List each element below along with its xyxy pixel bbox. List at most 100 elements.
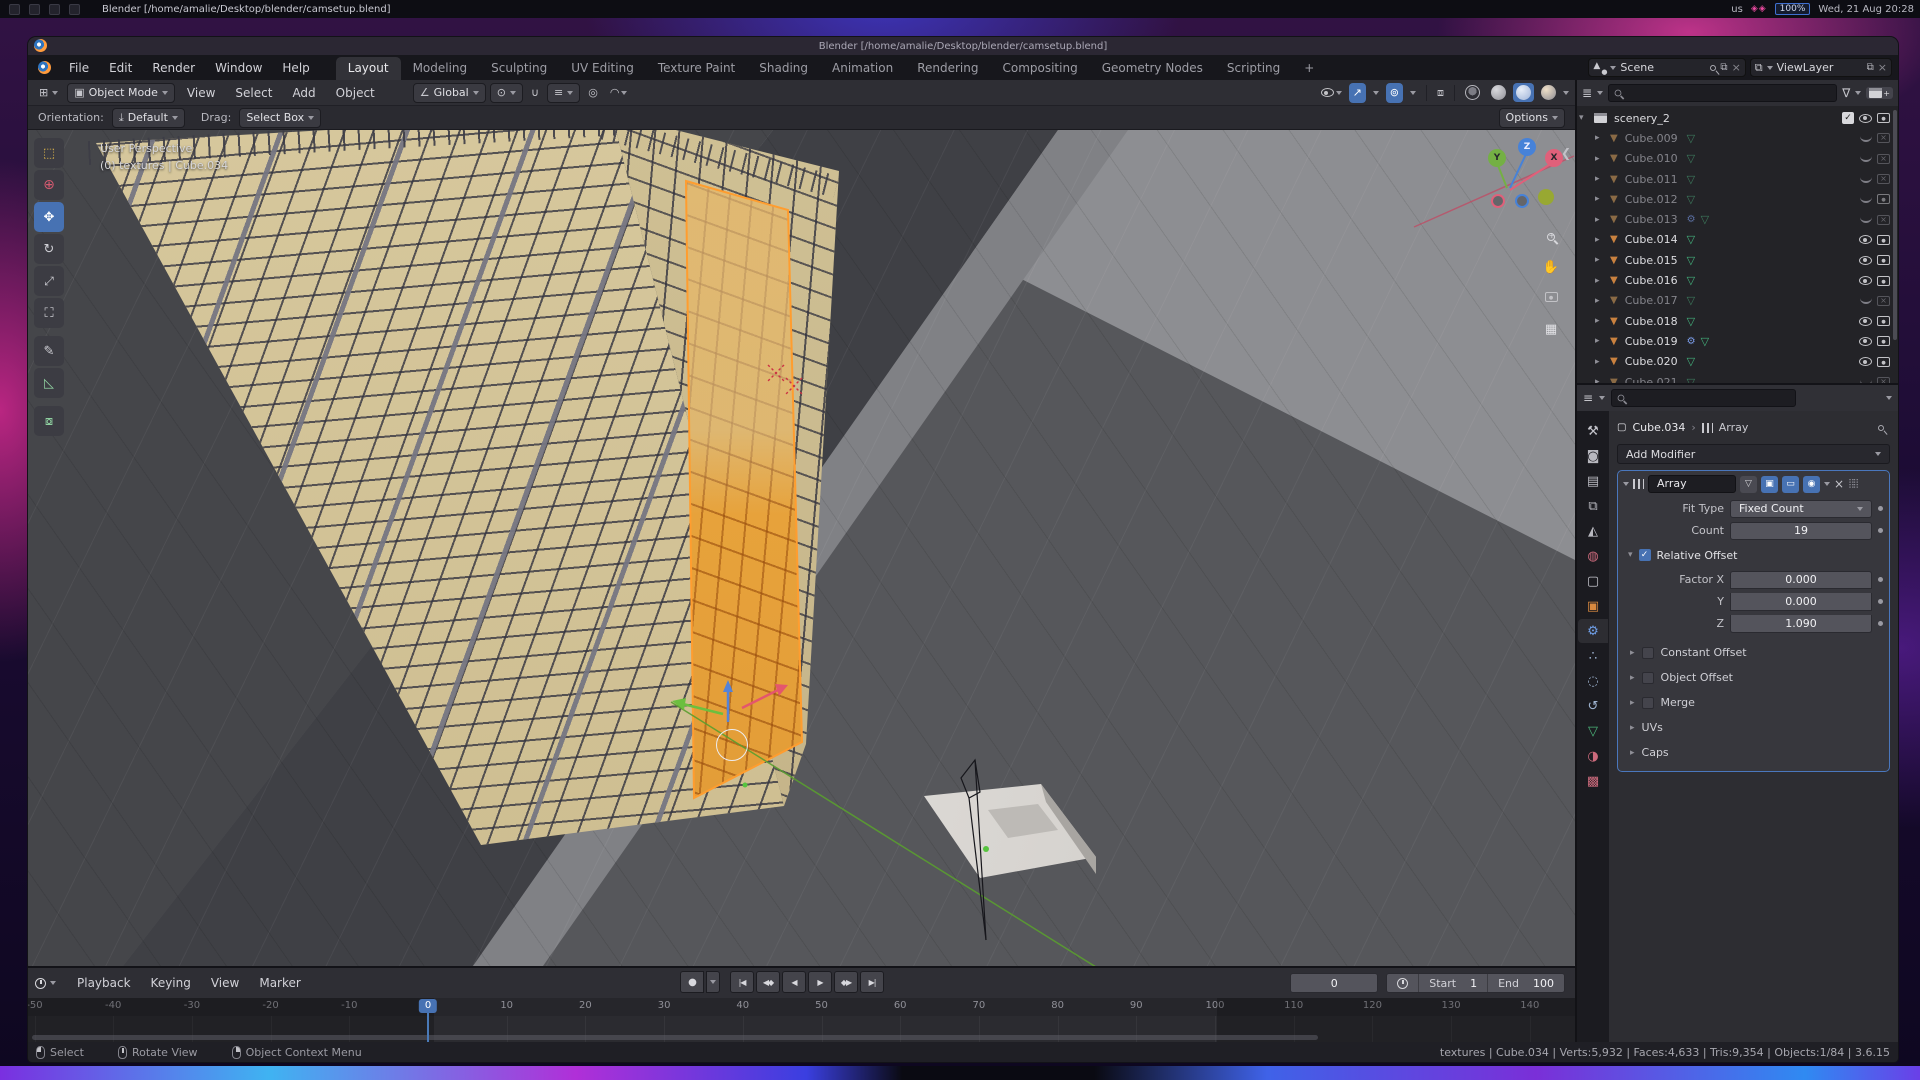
move-gizmo-center[interactable] — [716, 729, 748, 761]
workspace-tab-scripting[interactable]: Scripting — [1215, 57, 1292, 80]
hide-viewport-toggle[interactable] — [1859, 337, 1872, 346]
factor-field[interactable]: 1.090 — [1730, 615, 1872, 633]
window-titlebar[interactable]: Blender [/home/amalie/Desktop/blender/ca… — [28, 37, 1898, 55]
outliner-row-cube-020[interactable]: ▸▼Cube.020▽ — [1577, 352, 1898, 372]
zoom-button[interactable] — [1538, 224, 1564, 250]
object-name[interactable]: Cube.013 — [1625, 213, 1678, 226]
annotate-tool[interactable]: ✎ — [34, 336, 64, 366]
disable-render-toggle[interactable] — [1877, 357, 1890, 367]
scene-selector[interactable]: Scene ⧉ × — [1588, 58, 1745, 77]
playhead-frame-label[interactable]: 0 — [419, 999, 437, 1013]
properties-tab-collection[interactable]: ▢ — [1578, 569, 1608, 593]
close-icon[interactable]: × — [1878, 61, 1887, 74]
camera-view-button[interactable] — [1538, 284, 1564, 310]
pin-icon[interactable] — [1709, 63, 1717, 71]
properties-tab-world[interactable]: ◍ — [1578, 544, 1608, 568]
chevron-down-icon[interactable] — [1855, 91, 1861, 95]
jump-to-start-button[interactable]: |◀ — [730, 971, 754, 993]
disclosure-icon[interactable]: ▾ — [1579, 113, 1589, 123]
start-frame-field[interactable]: Start1 — [1419, 977, 1487, 990]
workspace-tab-shading[interactable]: Shading — [747, 57, 820, 80]
show-overlays-toggle[interactable]: ⊚ — [1386, 83, 1403, 103]
disable-render-toggle[interactable] — [1877, 174, 1890, 184]
move-tool[interactable]: ✥ — [34, 202, 64, 232]
outliner-row-cube-009[interactable]: ▸▼Cube.009▽ — [1577, 128, 1898, 148]
rotate-tool[interactable]: ↻ — [34, 234, 64, 264]
keying-set-chevron[interactable] — [706, 971, 720, 993]
disclosure-icon[interactable]: ▸ — [1595, 377, 1605, 383]
cursor-tool[interactable]: ⊕ — [34, 170, 64, 200]
timeline-editor-selector[interactable] — [28, 973, 63, 993]
outliner-row-cube-016[interactable]: ▸▼Cube.016▽ — [1577, 270, 1898, 290]
breadcrumb-object[interactable]: Cube.034 — [1632, 421, 1685, 434]
drag-dropdown[interactable]: Select Box — [239, 108, 321, 128]
outliner-row-cube-018[interactable]: ▸▼Cube.018▽ — [1577, 311, 1898, 331]
disclosure-icon[interactable]: ▸ — [1630, 723, 1635, 733]
disable-render-toggle[interactable] — [1877, 316, 1890, 326]
menu-help[interactable]: Help — [272, 55, 319, 80]
overlays-options-selector[interactable] — [1406, 83, 1420, 103]
outliner-row-cube-021[interactable]: ▸▼Cube.021▽ — [1577, 372, 1898, 383]
proportional-edit-toggle[interactable]: ◎ — [584, 83, 602, 103]
disclosure-icon[interactable]: ▸ — [1595, 357, 1605, 367]
disable-render-toggle[interactable] — [1877, 113, 1890, 123]
end-frame-field[interactable]: End100 — [1488, 977, 1564, 990]
orientation-dropdown[interactable]: ⤓Default — [112, 108, 185, 128]
taskbar-window-title[interactable]: Blender [/home/amalie/Desktop/blender/ca… — [102, 4, 391, 15]
nav-gizmo-z-axis[interactable]: Z — [1518, 138, 1536, 156]
properties-tab-output[interactable]: ▤ — [1578, 469, 1608, 493]
modifier-section-caps[interactable]: ▸Caps — [1618, 740, 1889, 765]
count-field[interactable]: 19 — [1730, 522, 1872, 540]
properties-tab-scene[interactable]: ◭ — [1578, 519, 1608, 543]
orthographic-toggle-button[interactable]: ▦ — [1538, 316, 1564, 342]
measure-tool[interactable]: ◺ — [34, 368, 64, 398]
outliner-row-cube-013[interactable]: ▸▼Cube.013⚙▽ — [1577, 209, 1898, 229]
chevron-down-icon[interactable] — [1597, 91, 1603, 95]
object-name[interactable]: Cube.016 — [1625, 274, 1678, 287]
pan-button[interactable]: ✋ — [1538, 254, 1564, 280]
factor-field[interactable]: 0.000 — [1730, 593, 1872, 611]
scale-tool[interactable]: ⤢ — [34, 266, 64, 296]
drag-handle[interactable]: ⣿⣿ — [1848, 479, 1857, 489]
relative-offset-row[interactable]: ▾ ✓ Relative Offset — [1618, 542, 1889, 568]
workspace-icon[interactable] — [69, 4, 80, 15]
outliner-row-cube-011[interactable]: ▸▼Cube.011▽ — [1577, 169, 1898, 189]
transform-tool[interactable]: ⛶ — [34, 298, 64, 328]
animate-dot[interactable] — [1878, 528, 1883, 533]
viewport-menu-add[interactable]: Add — [282, 86, 325, 100]
object-name[interactable]: Cube.017 — [1625, 294, 1678, 307]
filter-icon[interactable]: ∇ — [1842, 86, 1850, 100]
nav-gizmo-neg-z[interactable] — [1515, 194, 1529, 208]
animate-dot[interactable] — [1878, 506, 1883, 511]
show-object-types-selector[interactable] — [1317, 83, 1346, 103]
outliner-row-cube-019[interactable]: ▸▼Cube.019⚙▽ — [1577, 331, 1898, 351]
workspace-icon[interactable] — [9, 4, 20, 15]
object-name[interactable]: Cube.015 — [1625, 254, 1678, 267]
relative-offset-checkbox[interactable]: ✓ — [1639, 549, 1651, 561]
modifier-section-object-offset[interactable]: ▸Object Offset — [1618, 665, 1889, 690]
animate-dot[interactable] — [1878, 577, 1883, 582]
nav-gizmo-y-axis[interactable]: Y — [1488, 149, 1506, 167]
hide-viewport-toggle[interactable] — [1860, 196, 1872, 203]
timeline-scrollbar[interactable] — [32, 1035, 1318, 1040]
outliner-row-cube-015[interactable]: ▸▼Cube.015▽ — [1577, 250, 1898, 270]
disclosure-icon[interactable]: ▸ — [1630, 673, 1635, 683]
hide-viewport-toggle[interactable] — [1860, 216, 1872, 223]
viewport-menu-select[interactable]: Select — [225, 86, 282, 100]
play-reverse-button[interactable]: ◀ — [782, 971, 806, 993]
outliner-collection-row[interactable]: ▾ scenery_2 ✓ — [1577, 108, 1898, 128]
realtime-display-toggle[interactable]: ▭ — [1782, 476, 1799, 493]
factor-field[interactable]: 0.000 — [1730, 571, 1872, 589]
outliner-scrollbar[interactable] — [1893, 110, 1897, 340]
animate-dot[interactable] — [1878, 621, 1883, 626]
hide-viewport-toggle[interactable] — [1859, 114, 1872, 123]
next-keyframe-button[interactable]: ◆▶ — [834, 971, 858, 993]
playhead[interactable] — [427, 1012, 429, 1042]
nav-gizmo-neg-x[interactable] — [1491, 194, 1505, 208]
blender-menu-icon[interactable] — [38, 61, 51, 74]
workspace-tab-compositing[interactable]: Compositing — [990, 57, 1089, 80]
disable-render-toggle[interactable] — [1877, 215, 1890, 225]
select-box-tool[interactable]: ⬚ — [34, 138, 64, 168]
object-name[interactable]: Cube.012 — [1625, 193, 1678, 206]
editor-type-selector[interactable]: ⊞ — [32, 83, 65, 103]
